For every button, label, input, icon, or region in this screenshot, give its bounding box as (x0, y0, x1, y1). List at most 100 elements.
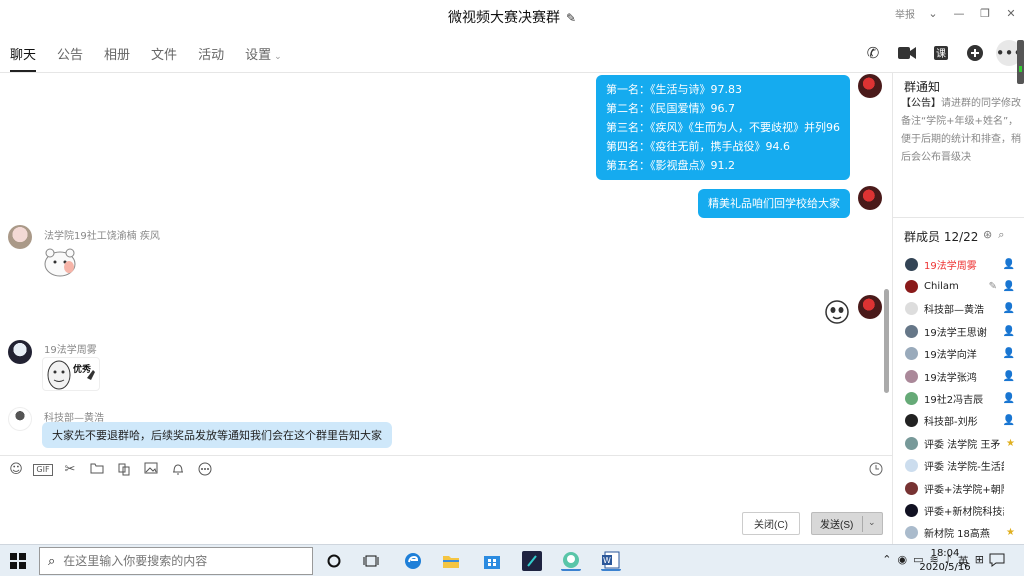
member-name: 评委+新材院科技部刘 (924, 506, 1004, 518)
qq-tray-icon[interactable]: ◉ (898, 553, 908, 569)
chat-message-area[interactable]: 第一名：《生活与诗》97.83 第二名：《民国爱情》96.7 第三名：《疾风》《… (0, 73, 892, 455)
image-icon[interactable] (141, 462, 161, 480)
member-item[interactable]: 19法学向洋 👤 (893, 343, 1024, 365)
avatar[interactable] (8, 407, 32, 431)
avatar[interactable] (858, 186, 882, 210)
owner-icon: 👤 (1002, 258, 1015, 270)
member-item[interactable]: 19法学周雾 👤 (893, 253, 1024, 275)
notice-text[interactable]: 【公告】请进群的同学修改备注“学院+年级+姓名”，便于后期的统计和排查，稍后会公… (901, 95, 1023, 167)
taskbar-search-input[interactable] (63, 554, 294, 568)
member-level-icon: 👤 (1002, 370, 1015, 382)
star-icon: ★ (1006, 437, 1015, 449)
tab-chat[interactable]: 聊天 (10, 42, 37, 72)
taskbar-search[interactable]: ⌕ (39, 547, 313, 575)
keyboard-icon[interactable]: ⊞ (975, 553, 984, 569)
store-icon[interactable] (482, 551, 502, 571)
tab-settings[interactable]: 设置 ⌄ (245, 42, 282, 70)
ranking-line: 第四名：《疫往无前，携手战役》94.6 (606, 140, 790, 153)
bear-sticker[interactable] (42, 245, 78, 279)
add-icon[interactable] (962, 40, 988, 66)
gif-icon[interactable]: GIF (33, 464, 53, 476)
task-view-icon[interactable] (361, 551, 381, 571)
class-icon[interactable]: 课 (928, 40, 954, 66)
member-name: 科技部-刘彤 (924, 417, 978, 429)
qq-app-icon[interactable] (561, 551, 581, 571)
chevron-down-icon[interactable]: ⌄ (920, 7, 946, 20)
avatar[interactable] (8, 225, 32, 249)
more-tools-icon[interactable] (195, 462, 215, 480)
word-app-icon[interactable]: W (601, 551, 621, 571)
member-name: 评委 法学院-生活部 (924, 462, 1004, 474)
clock-date: 2020/5/16 (919, 562, 971, 573)
tab-files[interactable]: 文件 (151, 42, 177, 70)
member-item[interactable]: 新材院 18高燕 ★ (893, 522, 1024, 544)
edit-title-icon[interactable]: ✎ (566, 11, 576, 25)
windows-start-icon[interactable] (10, 553, 26, 569)
message-gift: 精美礼品咱们回学校给大家 (698, 189, 850, 218)
member-name: 19法学王思谢 (924, 327, 987, 339)
member-item[interactable]: 评委+新材院科技部刘 (893, 499, 1024, 521)
sender-name: 19法学周雾 (44, 345, 97, 356)
chevron-down-icon[interactable]: ⌄ (868, 517, 876, 528)
member-item[interactable]: 19法学张鸿 👤 (893, 365, 1024, 387)
chat-scrollbar[interactable] (884, 289, 889, 393)
message-bubble[interactable]: 大家先不要退群哈，后续奖品发放等通知我们会在这个群里告知大家 (42, 422, 392, 448)
member-item[interactable]: Chilam ✎ 👤 (893, 275, 1024, 297)
input-toolbar: ☺ GIF ✂ (6, 462, 215, 480)
member-level-icon: 👤 (1002, 303, 1015, 315)
avatar (905, 369, 918, 383)
minimize-button[interactable]: — (946, 7, 972, 20)
edge-browser-icon[interactable] (403, 551, 423, 571)
member-item[interactable]: 19法学王思谢 👤 (893, 320, 1024, 342)
face-sticker[interactable] (824, 299, 850, 325)
bell-icon[interactable] (168, 462, 188, 480)
message-bubble[interactable]: 精美礼品咱们回学校给大家 (698, 189, 850, 218)
avatar (905, 481, 918, 495)
avatar (905, 459, 918, 473)
tab-activity[interactable]: 活动 (198, 42, 224, 70)
notification-center-icon[interactable] (989, 553, 1005, 571)
history-clock-icon[interactable] (869, 462, 883, 480)
member-level-icon: 👤 (1002, 325, 1015, 337)
member-item[interactable]: 19社2冯吉辰 👤 (893, 387, 1024, 409)
sticker-text: 优秀 (73, 365, 92, 375)
avatar[interactable] (8, 340, 32, 364)
send-button[interactable]: 发送(S) ⌄ (811, 512, 883, 535)
edit-icon[interactable]: ✎ (989, 281, 997, 292)
excellent-sticker[interactable]: 优秀 (42, 357, 100, 391)
member-item[interactable]: 评委 法学院-生活部 (893, 455, 1024, 477)
file-explorer-icon[interactable] (441, 551, 461, 571)
phone-icon[interactable]: ✆ (860, 40, 886, 66)
message-bubble[interactable]: 第一名：《生活与诗》97.83 第二名：《民国爱情》96.7 第三名：《疾风》《… (596, 75, 850, 180)
terminal-app-icon[interactable] (522, 551, 542, 571)
member-item[interactable]: 科技部—黄浩 👤 (893, 298, 1024, 320)
avatar[interactable] (858, 295, 882, 319)
search-icon[interactable]: ⌕ (998, 228, 1004, 242)
screenshot-icon[interactable] (114, 462, 134, 480)
video-icon[interactable] (894, 40, 920, 66)
send-divider (862, 516, 863, 532)
member-item[interactable]: 评委+法学院+朝阳社 (893, 477, 1024, 499)
close-chat-button[interactable]: 关闭(C) (742, 512, 800, 535)
member-item[interactable]: 科技部-刘彤 👤 (893, 410, 1024, 432)
side-scroll-handle[interactable] (1017, 40, 1024, 84)
taskbar-clock[interactable]: 18:04 2020/5/16 (918, 547, 972, 575)
scissors-icon[interactable]: ✂ (60, 462, 80, 480)
member-item[interactable]: 评委 法学院 王矛 ★ (893, 432, 1024, 454)
cortana-icon[interactable] (324, 551, 344, 571)
emoji-icon[interactable]: ☺ (6, 462, 26, 480)
avatar (905, 324, 918, 338)
group-title: 微视频大赛决赛群 ✎ (447, 10, 577, 26)
show-hidden-icons-icon[interactable]: ⌃ (882, 553, 891, 569)
tab-album[interactable]: 相册 (104, 42, 130, 70)
close-button[interactable]: ✕ (998, 7, 1024, 20)
member-name: 19法学周雾 (924, 260, 977, 272)
avatar (905, 414, 918, 428)
tab-announcement[interactable]: 公告 (57, 42, 83, 70)
members-settings-icon[interactable]: ⊛ (983, 228, 992, 242)
avatar[interactable] (858, 74, 882, 98)
folder-icon[interactable] (87, 462, 107, 480)
input-divider (0, 455, 892, 456)
report-button[interactable]: 举报 (890, 6, 920, 21)
restore-button[interactable]: ❐ (972, 7, 998, 20)
